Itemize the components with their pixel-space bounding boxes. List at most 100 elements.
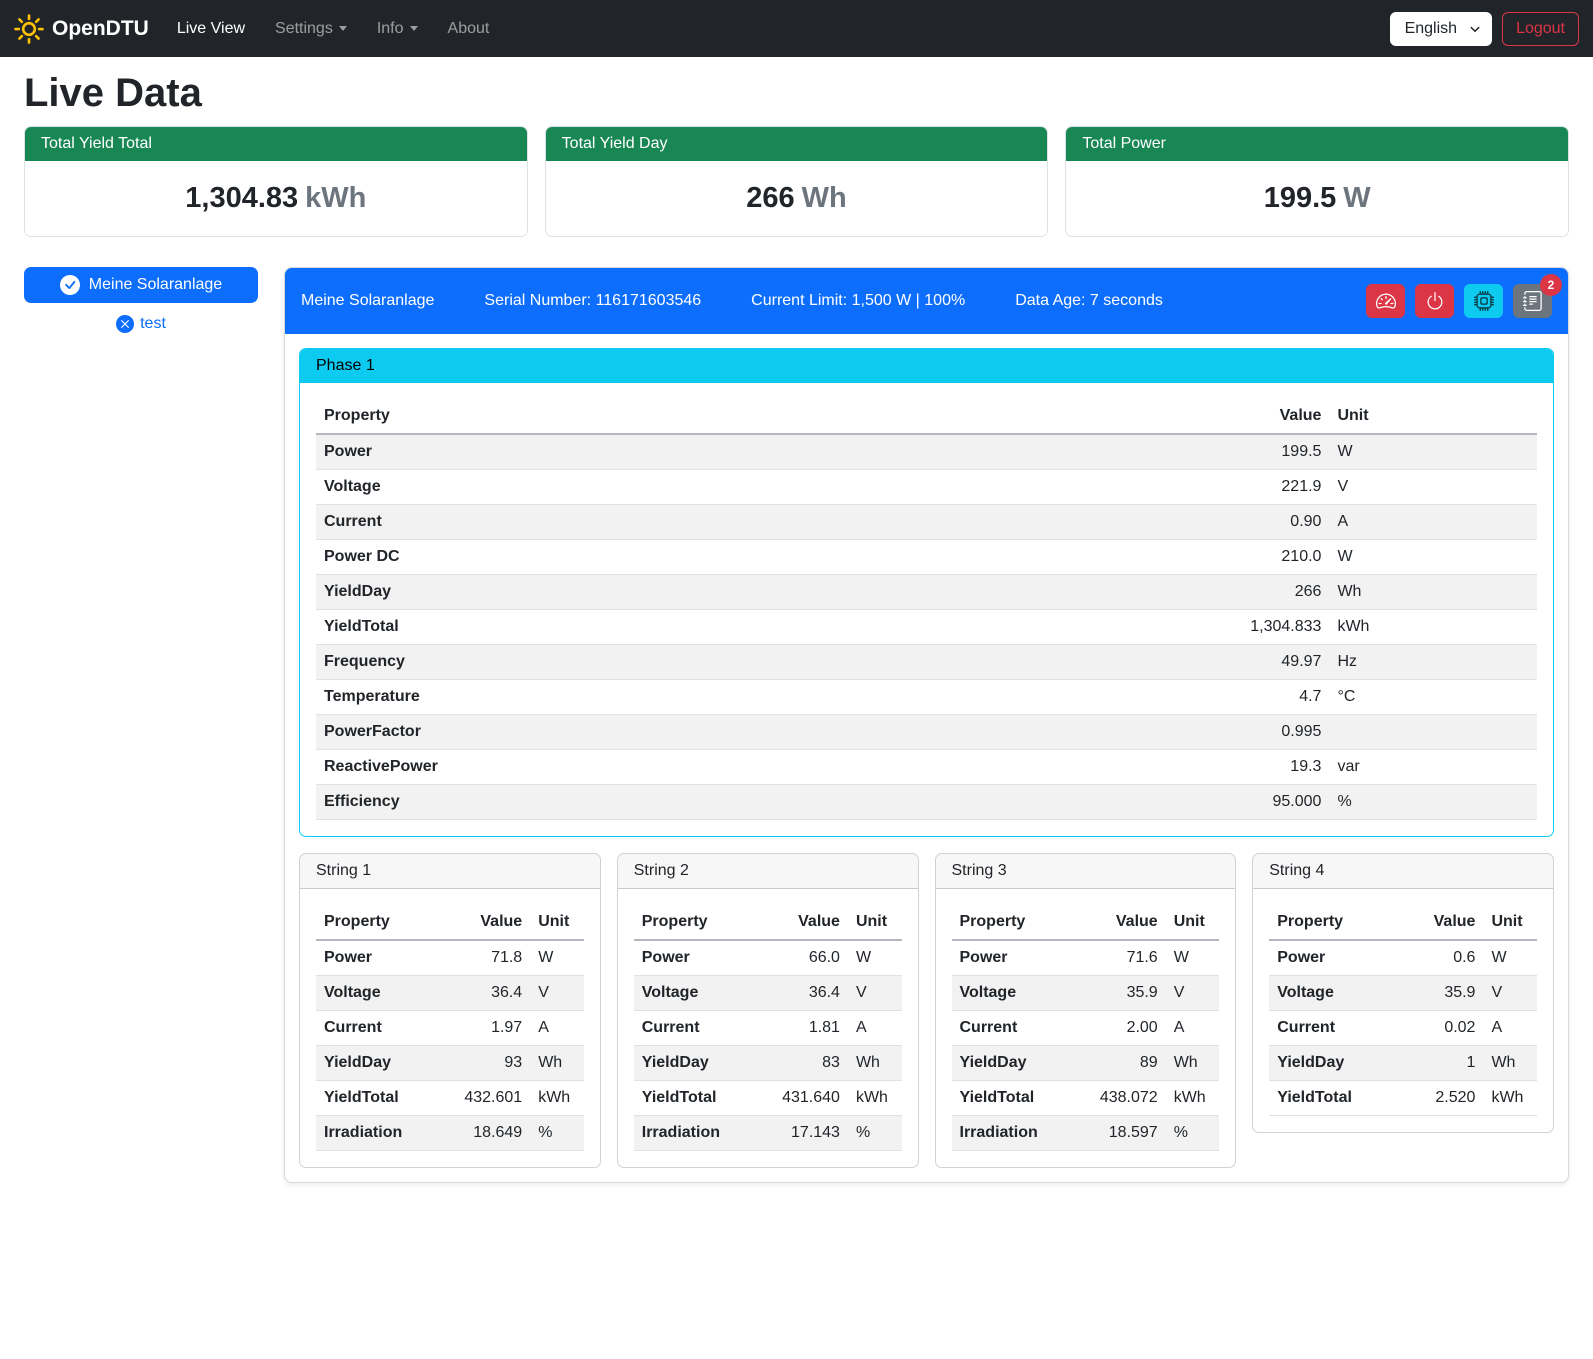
property-name: YieldDay	[316, 575, 1171, 610]
card-unit: kWh	[305, 182, 366, 214]
nav-item-about[interactable]: About	[448, 20, 490, 38]
string-title: String 3	[936, 854, 1236, 889]
property-value: 438.072	[1080, 1081, 1166, 1116]
app-brand[interactable]: OpenDTU	[14, 14, 149, 44]
property-unit: V	[1166, 976, 1220, 1011]
table-row: Voltage36.4V	[634, 976, 902, 1011]
property-name: YieldTotal	[316, 1081, 445, 1116]
property-value: 1	[1398, 1046, 1484, 1081]
string-title: String 4	[1253, 854, 1553, 889]
gauge-icon	[1376, 291, 1396, 311]
card-unit: Wh	[802, 182, 847, 214]
card-unit: W	[1343, 182, 1370, 214]
data-age: Data Age: 7 seconds	[1015, 292, 1163, 310]
column-header: Unit	[848, 905, 902, 940]
column-header: Property	[952, 905, 1081, 940]
power-icon	[1425, 291, 1445, 311]
event-log-button[interactable]: 2	[1513, 284, 1552, 318]
property-table: PropertyValueUnitPower0.6WVoltage35.9VCu…	[1269, 905, 1537, 1116]
property-value: 0.995	[1171, 715, 1330, 750]
property-name: PowerFactor	[316, 715, 1171, 750]
property-value: 210.0	[1171, 540, 1330, 575]
property-name: YieldTotal	[634, 1081, 763, 1116]
property-name: Voltage	[1269, 976, 1398, 1011]
inverter-select-button[interactable]: Meine Solaranlage	[24, 267, 258, 303]
inverter-actions: 2	[1366, 284, 1552, 318]
device-info-button[interactable]	[1464, 284, 1503, 318]
property-unit: V	[848, 976, 902, 1011]
property-value: 199.5	[1171, 434, 1330, 470]
language-select[interactable]: English	[1390, 12, 1492, 46]
property-name: Power	[1269, 940, 1398, 976]
card-value: 266	[746, 182, 794, 214]
table-row: Power199.5W	[316, 434, 1537, 470]
property-unit: °C	[1329, 680, 1537, 715]
property-value: 221.9	[1171, 470, 1330, 505]
property-value: 35.9	[1398, 976, 1484, 1011]
string-card: String 3 PropertyValueUnitPower71.6WVolt…	[935, 853, 1237, 1168]
column-header: Property	[634, 905, 763, 940]
limit-settings-button[interactable]	[1366, 284, 1405, 318]
nav-item-live-view[interactable]: Live View	[177, 20, 245, 38]
table-row: YieldDay89Wh	[952, 1046, 1220, 1081]
property-table: PropertyValueUnitPower66.0WVoltage36.4VC…	[634, 905, 902, 1151]
property-value: 4.7	[1171, 680, 1330, 715]
property-unit: var	[1329, 750, 1537, 785]
property-value: 36.4	[762, 976, 848, 1011]
property-unit: kWh	[1329, 610, 1537, 645]
property-value: 49.97	[1171, 645, 1330, 680]
property-unit: V	[1329, 470, 1537, 505]
property-unit: Wh	[530, 1046, 584, 1081]
property-unit: kWh	[530, 1081, 584, 1116]
table-row: Current1.97A	[316, 1011, 584, 1046]
table-row: YieldTotal1,304.833kWh	[316, 610, 1537, 645]
property-value: 66.0	[762, 940, 848, 976]
column-header: Value	[1171, 399, 1330, 434]
property-name: Power	[316, 434, 1171, 470]
column-header: Unit	[1166, 905, 1220, 940]
table-row: Power71.8W	[316, 940, 584, 976]
card-title: Total Power	[1066, 127, 1568, 161]
journal-icon	[1523, 291, 1543, 311]
table-row: YieldDay1Wh	[1269, 1046, 1537, 1081]
property-unit: W	[848, 940, 902, 976]
table-row: Power66.0W	[634, 940, 902, 976]
table-row: Voltage36.4V	[316, 976, 584, 1011]
table-row: Frequency49.97Hz	[316, 645, 1537, 680]
property-table: PropertyValueUnitPower71.6WVoltage35.9VC…	[952, 905, 1220, 1151]
power-button[interactable]	[1415, 284, 1454, 318]
property-value: 2.00	[1080, 1011, 1166, 1046]
property-name: Power	[634, 940, 763, 976]
inverter-panel: Meine Solaranlage Serial Number: 1161716…	[284, 267, 1569, 1183]
table-row: YieldTotal432.601kWh	[316, 1081, 584, 1116]
property-name: Voltage	[634, 976, 763, 1011]
property-name: Power DC	[316, 540, 1171, 575]
string-table-container: PropertyValueUnitPower71.8WVoltage36.4VC…	[300, 889, 600, 1167]
phase-title: Phase 1	[300, 349, 1553, 383]
property-name: Irradiation	[634, 1116, 763, 1151]
property-unit: kWh	[1166, 1081, 1220, 1116]
nav-item-info[interactable]: Info	[377, 20, 418, 38]
column-header: Value	[1080, 905, 1166, 940]
string-table-container: PropertyValueUnitPower0.6WVoltage35.9VCu…	[1253, 889, 1553, 1132]
inverter-test-link[interactable]: test	[24, 315, 258, 333]
table-row: Voltage221.9V	[316, 470, 1537, 505]
page-title: Live Data	[24, 71, 1569, 116]
brand-label: OpenDTU	[52, 17, 149, 41]
property-value: 35.9	[1080, 976, 1166, 1011]
column-header: Property	[1269, 905, 1398, 940]
sun-icon	[14, 14, 44, 44]
property-value: 431.640	[762, 1081, 848, 1116]
total-yield-total-card: Total Yield Total 1,304.83kWh	[24, 126, 528, 237]
column-header: Value	[762, 905, 848, 940]
string-card: String 4 PropertyValueUnitPower0.6WVolta…	[1252, 853, 1554, 1133]
property-unit: Wh	[1483, 1046, 1537, 1081]
property-name: Current	[952, 1011, 1081, 1046]
property-unit: W	[1483, 940, 1537, 976]
table-row: PowerFactor0.995	[316, 715, 1537, 750]
card-title: Total Yield Total	[25, 127, 527, 161]
nav-item-settings[interactable]: Settings	[275, 20, 347, 38]
property-unit: %	[1329, 785, 1537, 820]
column-header: Unit	[530, 905, 584, 940]
logout-button[interactable]: Logout	[1502, 12, 1579, 46]
